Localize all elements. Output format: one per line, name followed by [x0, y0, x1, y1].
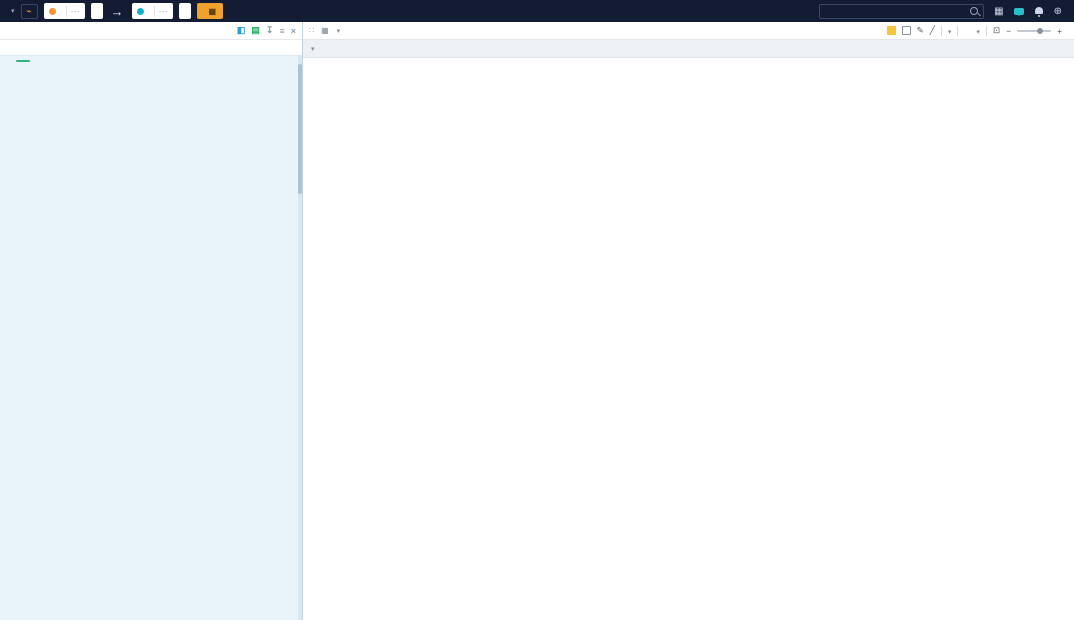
rect-outline-tool-icon[interactable]	[902, 26, 911, 35]
map-toolbar: ▾	[303, 40, 1074, 58]
panel-header: ◧ ▤ ↧ ≡ ×	[0, 22, 302, 40]
path-status-bar	[0, 40, 302, 56]
topology-svg	[303, 58, 1074, 620]
page-chevron-icon[interactable]: ▾	[337, 27, 341, 35]
source-dot-icon	[49, 8, 56, 15]
topology-canvas[interactable]	[303, 58, 1074, 620]
divider	[957, 26, 958, 36]
rect-fill-tool-icon[interactable]	[887, 26, 896, 35]
search-icon[interactable]	[970, 7, 978, 15]
divider	[941, 26, 942, 36]
map-tab-row: ∷ ▦ ▾ ✎ ╱ ▾ ▾ ⊡ −	[303, 22, 1074, 40]
drag-handle-icon[interactable]: ∷	[309, 26, 313, 35]
zoom-out-button[interactable]: −	[1006, 26, 1011, 36]
highlight-icon[interactable]: ◧	[237, 25, 246, 36]
tenant-menu[interactable]: ⊕	[1054, 6, 1066, 17]
map-tools-right: ✎ ╱ ▾ ▾ ⊡ − +	[887, 25, 1068, 36]
zoom-in-button[interactable]: +	[1057, 26, 1062, 36]
map-canvas-area: ∷ ▦ ▾ ✎ ╱ ▾ ▾ ⊡ −	[303, 22, 1074, 620]
close-icon[interactable]: ×	[291, 26, 296, 36]
path-options-icon[interactable]: ▦	[209, 7, 217, 16]
unicast-row	[16, 60, 292, 62]
source-more-icon[interactable]: ⋯	[66, 6, 80, 17]
search-input[interactable]	[825, 6, 955, 16]
topbar-right: ▦ ⊕	[819, 4, 1066, 19]
path-button[interactable]: ▦	[197, 3, 224, 19]
line-tool-icon[interactable]: ╱	[930, 25, 935, 36]
main-layout: ◧ ▤ ↧ ≡ × ∷	[0, 22, 1074, 620]
zoom-slider[interactable]	[1017, 30, 1051, 32]
globe-icon: ⊕	[1054, 6, 1062, 17]
source-port-input[interactable]	[91, 3, 103, 19]
pencil-icon[interactable]: ✎	[917, 25, 924, 36]
fit-view-icon[interactable]: ⊡	[993, 25, 1000, 36]
stencils-button[interactable]: ▾	[948, 26, 952, 36]
arrow-right-icon: →	[111, 4, 124, 19]
app-window: ▾ ⌁ ⋯ → ⋯ ▦ ▦ ⊕	[0, 0, 1074, 620]
dest-port-input[interactable]	[179, 3, 191, 19]
dest-dot-icon	[137, 8, 144, 15]
unicast-badge	[16, 60, 30, 62]
chevron-down-icon: ▾	[948, 29, 952, 36]
dest-more-icon[interactable]: ⋯	[154, 6, 168, 17]
path-result-panel: ◧ ▤ ↧ ≡ ×	[0, 22, 303, 620]
notifications-bell-icon[interactable]	[1034, 7, 1044, 16]
panel-header-icons: ◧ ▤ ↧ ≡ ×	[237, 25, 296, 36]
scrollbar-thumb[interactable]	[298, 64, 302, 194]
dest-ip-input[interactable]: ⋯	[132, 3, 173, 19]
topbar: ▾ ⌁ ⋯ → ⋯ ▦ ▦ ⊕	[0, 0, 1074, 22]
chevron-down-icon: ▾	[11, 7, 15, 15]
menu-icon[interactable]: ≡	[279, 26, 284, 36]
actions-button[interactable]: ▾	[976, 26, 980, 36]
collapse-chevron-icon[interactable]: ▾	[311, 45, 315, 53]
source-ip-input[interactable]: ⋯	[44, 3, 85, 19]
panel-scrollbar[interactable]	[298, 56, 302, 620]
zoom-slider-handle[interactable]	[1037, 28, 1043, 34]
snapshot-icon[interactable]: ⌁	[21, 4, 38, 19]
page-grid-icon[interactable]: ▦	[321, 26, 329, 35]
divider	[986, 26, 987, 36]
search-box[interactable]	[819, 4, 984, 19]
save-icon[interactable]: ↧	[266, 25, 274, 36]
path-hops-list	[0, 56, 302, 620]
layout-icon[interactable]: ▤	[251, 25, 260, 36]
chat-icon[interactable]	[1014, 8, 1024, 15]
apps-grid-icon[interactable]: ▦	[994, 6, 1003, 17]
path-mode-select[interactable]: ▾	[8, 7, 15, 15]
chevron-down-icon: ▾	[976, 29, 980, 36]
